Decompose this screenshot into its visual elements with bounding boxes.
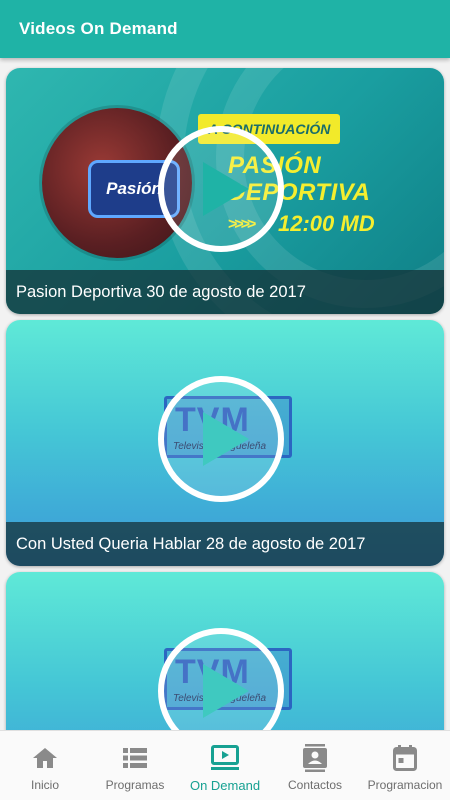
list-icon: [121, 744, 149, 772]
video-card[interactable]: Pasión A CONTINUACIÓN PASIÓN DEPORTIVA >…: [6, 68, 444, 314]
video-title[interactable]: Pasion Deportiva 30 de agosto de 2017: [6, 270, 444, 314]
video-title[interactable]: Con Usted Queria Hablar 28 de agosto de …: [6, 522, 444, 566]
play-button[interactable]: [158, 628, 284, 730]
nav-item-label: Contactos: [287, 778, 343, 792]
play-button[interactable]: [158, 126, 284, 252]
video-icon: [211, 744, 239, 772]
nav-item-programas[interactable]: Programas: [90, 731, 180, 800]
calendar-icon: [391, 744, 419, 772]
show-time: 12:00 MD: [278, 211, 375, 236]
nav-item-on-demand[interactable]: On Demand: [180, 731, 270, 800]
video-card[interactable]: TVM Televisión Migueleña Con Usted Queri…: [6, 320, 444, 566]
video-card[interactable]: TVM Televisión Migueleña: [6, 572, 444, 730]
play-icon: [203, 162, 249, 216]
play-icon: [203, 664, 249, 718]
play-icon: [203, 412, 249, 466]
nav-item-label: Inicio: [30, 778, 59, 792]
nav-item-label: Programas: [105, 778, 165, 792]
nav-item-label: On Demand: [189, 778, 261, 793]
home-icon: [31, 744, 59, 772]
nav-item-label: Programacion: [367, 778, 443, 792]
nav-item-programacion[interactable]: Programacion: [360, 731, 450, 800]
app-bar: Videos On Demand: [0, 0, 450, 58]
bottom-navigation: Inicio Programas On Demand Contactos Pro…: [0, 730, 450, 800]
contacts-icon: [301, 744, 329, 772]
page-title: Videos On Demand: [19, 19, 178, 38]
nav-item-contactos[interactable]: Contactos: [270, 731, 360, 800]
video-list[interactable]: Pasión A CONTINUACIÓN PASIÓN DEPORTIVA >…: [0, 58, 450, 730]
nav-item-inicio[interactable]: Inicio: [0, 731, 90, 800]
play-button[interactable]: [158, 376, 284, 502]
